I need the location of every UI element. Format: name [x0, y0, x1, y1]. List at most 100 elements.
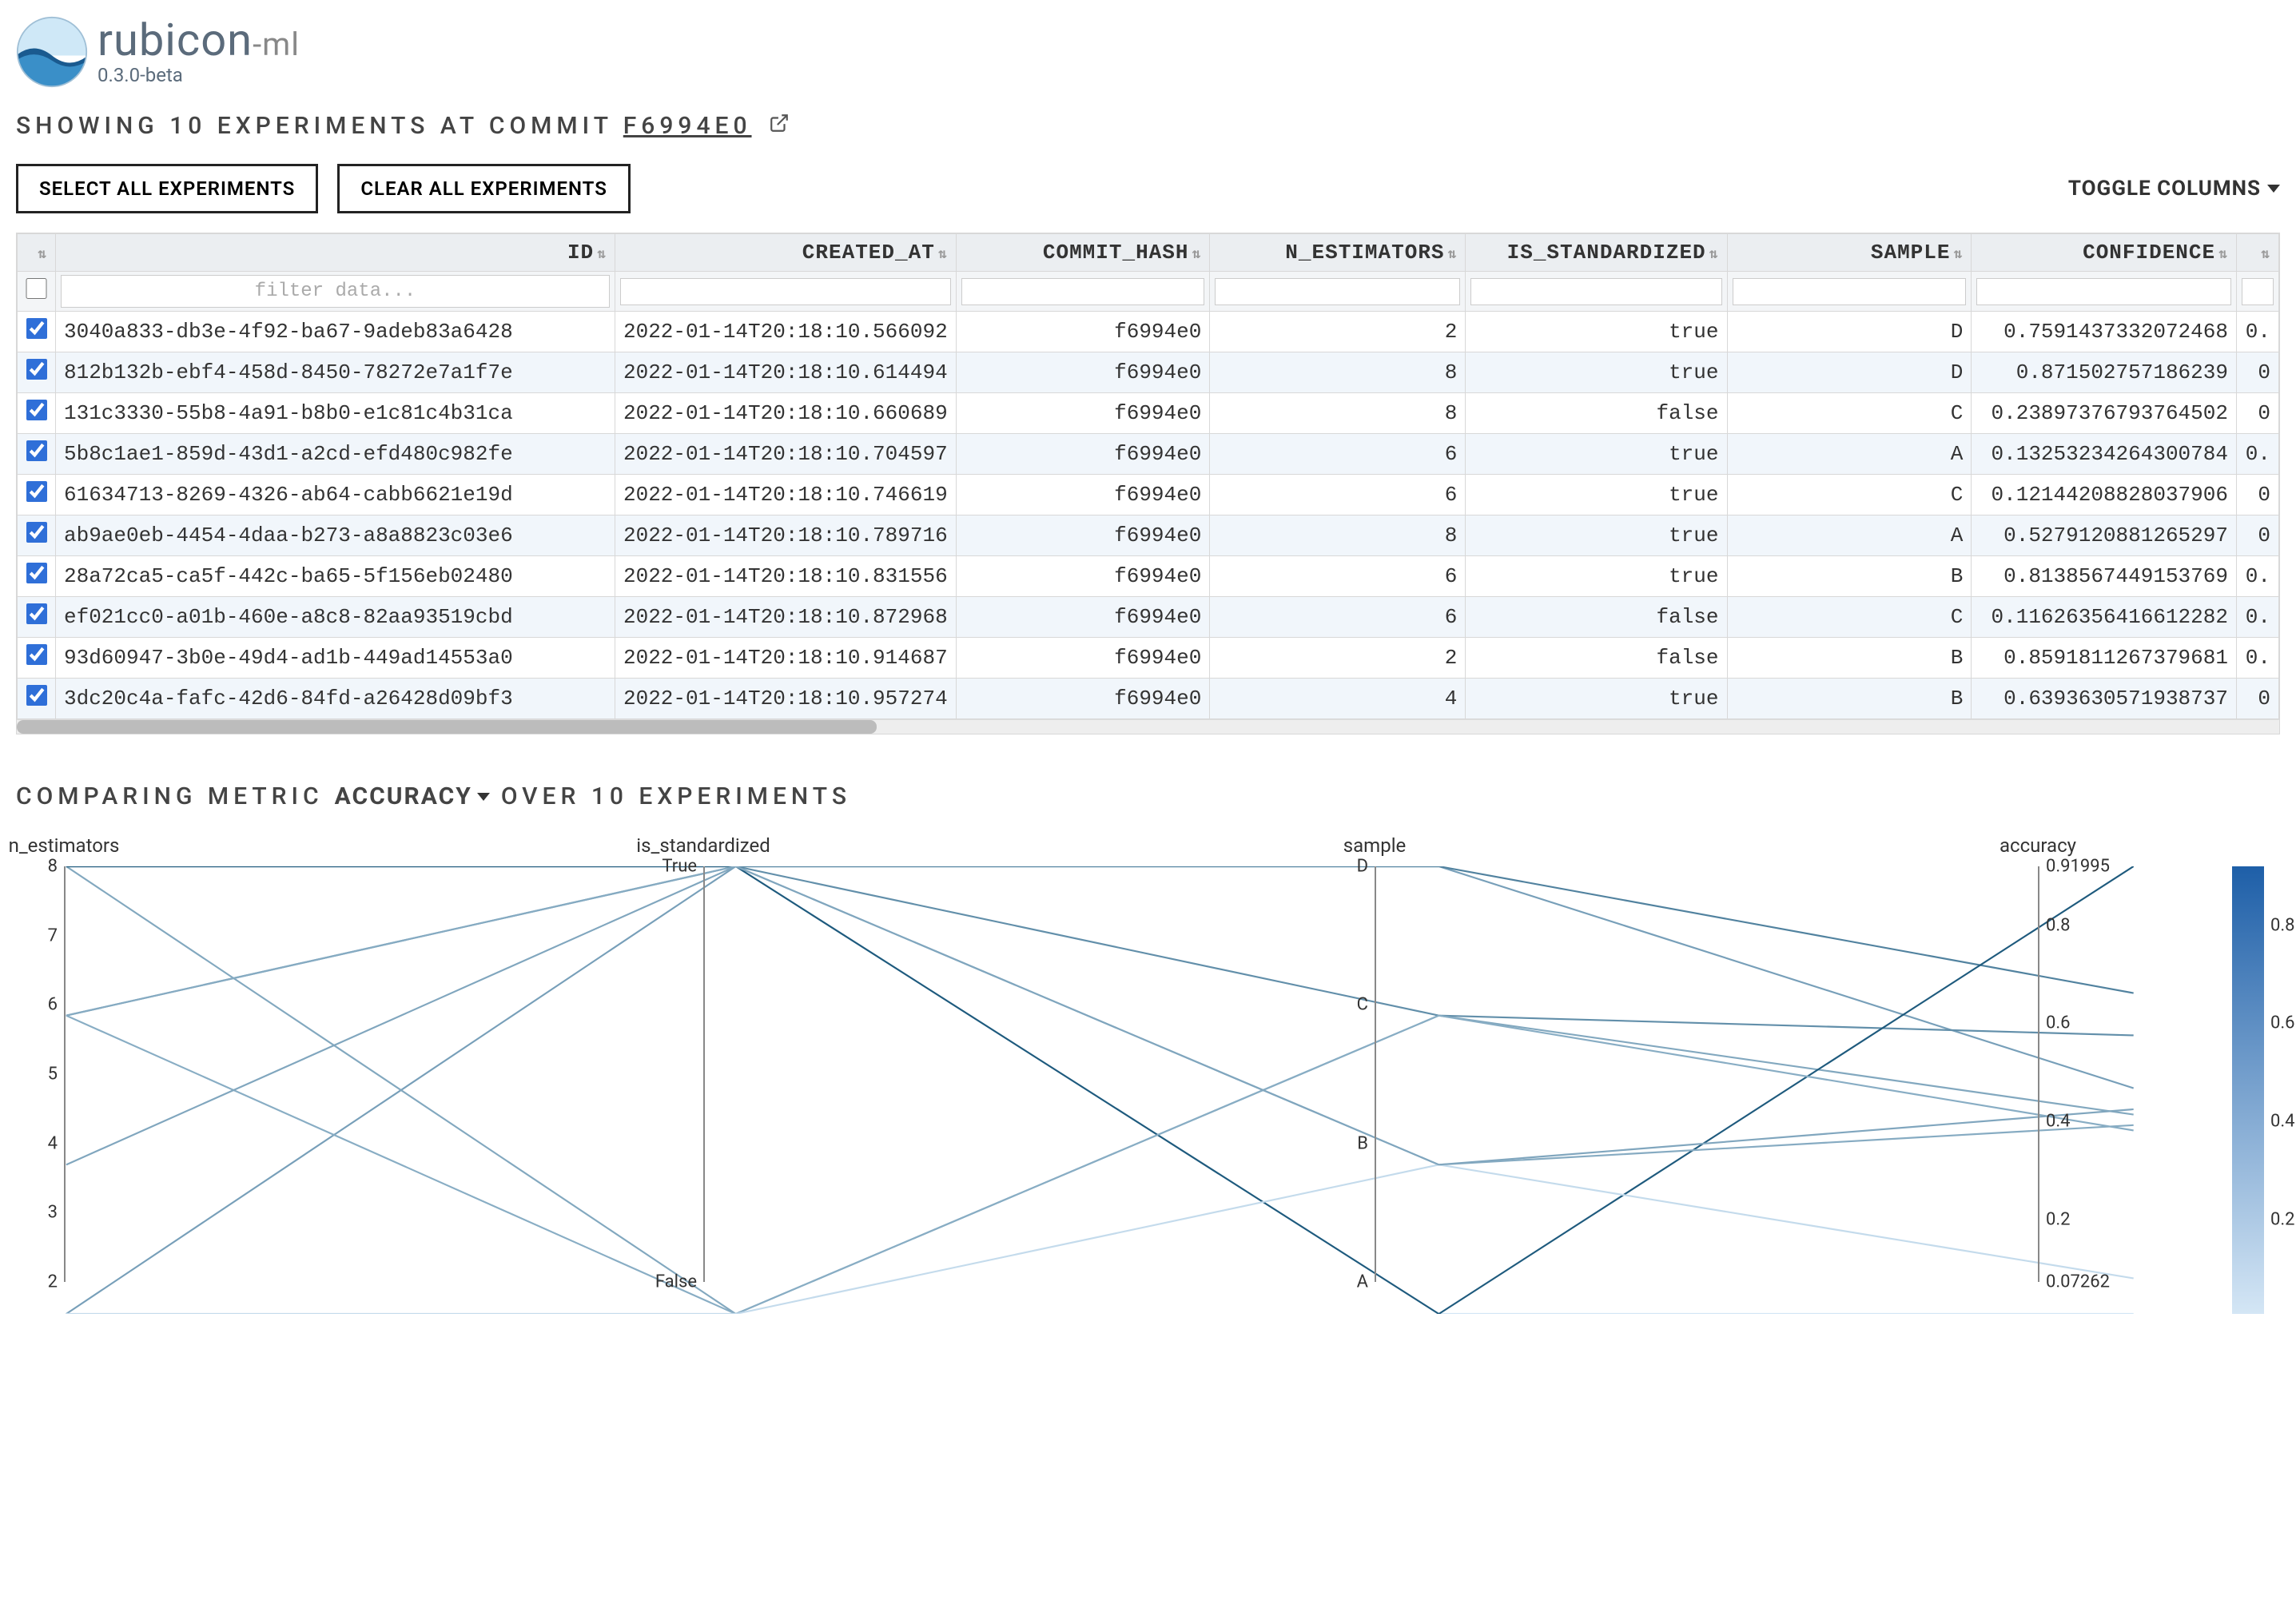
- toggle-columns-dropdown[interactable]: TOGGLE COLUMNS: [2068, 177, 2280, 201]
- cell: 6: [1210, 434, 1466, 475]
- row-checkbox[interactable]: [26, 563, 47, 583]
- table-row[interactable]: 3dc20c4a-fafc-42d6-84fd-a26428d09bf32022…: [18, 679, 2279, 719]
- col-header-N_ESTIMATORS[interactable]: N_ESTIMATORS⇅: [1210, 234, 1466, 272]
- col-header-COMMIT_HASH[interactable]: COMMIT_HASH⇅: [956, 234, 1210, 272]
- caret-down-icon: [2267, 185, 2280, 193]
- filter-input[interactable]: [620, 278, 951, 305]
- external-link-icon[interactable]: [769, 112, 790, 140]
- row-checkbox[interactable]: [26, 359, 47, 380]
- axis-label: accuracy: [2000, 834, 2076, 857]
- cell: true: [1466, 475, 1727, 515]
- cell: 2022-01-14T20:18:10.614494: [615, 352, 957, 393]
- row-checkbox[interactable]: [26, 481, 47, 502]
- clear-all-button[interactable]: CLEAR ALL EXPERIMENTS: [337, 164, 631, 213]
- filter-checkbox[interactable]: [22, 278, 50, 299]
- scrollbar-thumb[interactable]: [17, 720, 877, 734]
- cell: 8: [1210, 352, 1466, 393]
- sort-icon[interactable]: ⇅: [1448, 247, 1458, 263]
- select-all-button[interactable]: SELECT ALL EXPERIMENTS: [16, 164, 318, 213]
- colorbar-tick: 0.6: [2270, 1013, 2295, 1033]
- colorbar-gradient: [2232, 866, 2264, 1314]
- table-row[interactable]: 131c3330-55b8-4a91-b8b0-e1c81c4b31ca2022…: [18, 393, 2279, 434]
- sort-icon[interactable]: ⇅: [1192, 247, 1202, 263]
- parcoords-canvas[interactable]: n_estimators8765432 is_standardizedTrueFa…: [16, 834, 2192, 1314]
- metric-name: ACCURACY: [335, 782, 472, 810]
- axis-is_standardized[interactable]: is_standardizedTrueFalse: [703, 834, 705, 1282]
- row-checkbox[interactable]: [26, 522, 47, 543]
- cell: A: [1727, 515, 1972, 556]
- sort-icon[interactable]: ⇅: [1709, 247, 1719, 263]
- axis-tick: 5: [48, 1065, 58, 1085]
- cell: 0.: [2236, 556, 2278, 597]
- axis-tick: 6: [48, 995, 58, 1015]
- col-header-ID[interactable]: ID⇅: [56, 234, 615, 272]
- filter-input[interactable]: [2242, 278, 2274, 305]
- table-row[interactable]: 5b8c1ae1-859d-43d1-a2cd-efd480c982fe2022…: [18, 434, 2279, 475]
- row-checkbox[interactable]: [26, 603, 47, 624]
- sort-icon[interactable]: ⇅: [2218, 247, 2228, 263]
- table-row[interactable]: 61634713-8269-4326-ab64-cabb6621e19d2022…: [18, 475, 2279, 515]
- table-row[interactable]: ef021cc0-a01b-460e-a8c8-82aa93519cbd2022…: [18, 597, 2279, 638]
- cell: B: [1727, 638, 1972, 679]
- compare-suffix: OVER 10 EXPERIMENTS: [501, 782, 851, 810]
- row-checkbox[interactable]: [26, 644, 47, 665]
- filter-input[interactable]: [1976, 278, 2231, 305]
- cell: 0: [2236, 352, 2278, 393]
- filter-input[interactable]: [61, 275, 610, 308]
- table-row[interactable]: 28a72ca5-ca5f-442c-ba65-5f156eb024802022…: [18, 556, 2279, 597]
- sort-icon[interactable]: ⇅: [597, 247, 607, 263]
- logo-version: 0.3.0-beta: [97, 64, 300, 86]
- table-row[interactable]: 812b132b-ebf4-458d-8450-78272e7a1f7e2022…: [18, 352, 2279, 393]
- cell: 2022-01-14T20:18:10.914687: [615, 638, 957, 679]
- filter-input[interactable]: [1470, 278, 1721, 305]
- filter-input[interactable]: [1215, 278, 1460, 305]
- sort-icon[interactable]: ⇅: [38, 247, 47, 263]
- filter-input[interactable]: [1733, 278, 1967, 305]
- row-checkbox[interactable]: [26, 440, 47, 461]
- axis-tick: True: [662, 857, 697, 877]
- row-checkbox[interactable]: [26, 318, 47, 339]
- sort-icon[interactable]: ⇅: [938, 247, 948, 263]
- cell: B: [1727, 679, 1972, 719]
- cell: 2022-01-14T20:18:10.704597: [615, 434, 957, 475]
- row-checkbox[interactable]: [26, 685, 47, 706]
- cell: C: [1727, 475, 1972, 515]
- col-header-check[interactable]: ⇅: [2236, 234, 2278, 272]
- metric-dropdown[interactable]: ACCURACY: [335, 782, 490, 810]
- sort-icon[interactable]: ⇅: [2261, 247, 2270, 263]
- col-header-CONFIDENCE[interactable]: CONFIDENCE⇅: [1972, 234, 2237, 272]
- cell: f6994e0: [956, 434, 1210, 475]
- cell: true: [1466, 352, 1727, 393]
- parcoords-line: [66, 1016, 2134, 1314]
- col-header-CREATED_AT[interactable]: CREATED_AT⇅: [615, 234, 957, 272]
- commit-link[interactable]: F6994E0: [623, 112, 752, 140]
- cell: 61634713-8269-4326-ab64-cabb6621e19d: [56, 475, 615, 515]
- app-header: rubicon-ml 0.3.0-beta: [16, 16, 2280, 88]
- axis-tick: 3: [48, 1203, 58, 1223]
- parcoords-line: [66, 866, 2134, 1314]
- table-row[interactable]: ab9ae0eb-4454-4daa-b273-a8a8823c03e62022…: [18, 515, 2279, 556]
- col-header-IS_STANDARDIZED[interactable]: IS_STANDARDIZED⇅: [1466, 234, 1727, 272]
- caret-down-icon: [477, 793, 490, 801]
- axis-sample[interactable]: sampleDCBA: [1375, 834, 1376, 1282]
- cell: 0.5279120881265297: [1972, 515, 2237, 556]
- experiments-table: ⇅ID⇅CREATED_AT⇅COMMIT_HASH⇅N_ESTIMATORS⇅…: [17, 233, 2279, 719]
- cell: 0.: [2236, 312, 2278, 352]
- table-row[interactable]: 93d60947-3b0e-49d4-ad1b-449ad14553a02022…: [18, 638, 2279, 679]
- axis-tick: 0.07262: [2046, 1272, 2110, 1292]
- cell: 2022-01-14T20:18:10.789716: [615, 515, 957, 556]
- filter-input[interactable]: [961, 278, 1205, 305]
- cell: false: [1466, 597, 1727, 638]
- horizontal-scrollbar[interactable]: [17, 719, 2279, 734]
- table-row[interactable]: 3040a833-db3e-4f92-ba67-9adeb83a64282022…: [18, 312, 2279, 352]
- cell: 0.11626356416612282: [1972, 597, 2237, 638]
- col-header-check[interactable]: ⇅: [18, 234, 56, 272]
- sort-icon[interactable]: ⇅: [1953, 247, 1963, 263]
- cell: 0.23897376793764502: [1972, 393, 2237, 434]
- axis-accuracy[interactable]: accuracy0.919950.80.60.40.20.07262: [2038, 834, 2039, 1282]
- parcoords-line: [66, 866, 2134, 1314]
- axis-tick: 0.8: [2046, 915, 2071, 935]
- col-header-SAMPLE[interactable]: SAMPLE⇅: [1727, 234, 1972, 272]
- row-checkbox[interactable]: [26, 400, 47, 420]
- axis-n_estimators[interactable]: n_estimators8765432: [64, 834, 66, 1282]
